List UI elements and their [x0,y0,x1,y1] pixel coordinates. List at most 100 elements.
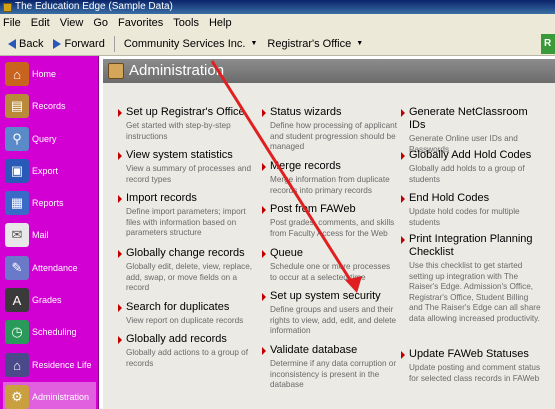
sidebar-item-label: Query [32,134,57,144]
task-post-from-faweb[interactable]: Post from FAWeb Post grades, comments, a… [262,203,397,239]
bullet-arrow-icon [401,152,405,160]
right-toolbar-button[interactable]: R [541,34,555,54]
task-generate-netclassroom-ids[interactable]: Generate NetClassroom IDs Generate Onlin… [401,106,541,155]
task-view-system-statistics[interactable]: View system statistics View a summary of… [118,149,253,185]
bullet-arrow-icon [401,195,405,203]
task-description: Determine if any data corruption or inco… [270,359,397,389]
task-print-integration-planning-checklist[interactable]: Print Integration Planning Checklist Use… [401,233,541,324]
task-title[interactable]: Globally Add Hold Codes [409,149,531,162]
task-title[interactable]: Post from FAWeb [270,203,356,216]
task-title[interactable]: Queue [270,247,303,260]
task-title[interactable]: Merge records [270,160,341,173]
bullet-arrow-icon [118,304,122,312]
attendance-icon: ✎ [5,256,29,280]
task-setup-system-security[interactable]: Set up system security Define groups and… [262,290,397,337]
task-title[interactable]: View system statistics [126,149,233,162]
grades-icon: A [5,288,29,312]
administration-icon: ⚙ [5,385,29,409]
task-description: Define import parameters; import files w… [126,207,246,237]
page-header: Administration [103,59,555,83]
menu-file[interactable]: File [3,17,21,29]
nav-registrars-office-label: Registrar's Office [267,37,352,50]
menu-edit[interactable]: Edit [31,17,50,29]
mail-icon: ✉ [5,223,29,247]
task-description: Use this checklist to get started settin… [409,261,541,323]
sidebar-item-query[interactable]: ⚲ Query [3,124,96,154]
sidebar-item-residence-life[interactable]: ⌂ Residence Life [3,350,96,380]
task-description: Globally add holds to a group of student… [409,164,525,184]
sidebar-item-export[interactable]: ▣ Export [3,156,96,186]
bullet-arrow-icon [262,293,266,301]
export-icon: ▣ [5,159,29,183]
sidebar-item-attendance[interactable]: ✎ Attendance [3,253,96,283]
toolbar-divider [113,35,115,52]
task-panel: Set up Registrar's Office Get started wi… [103,83,555,409]
bullet-arrow-icon [401,236,405,244]
sidebar-item-grades[interactable]: A Grades [3,285,96,315]
sidebar-item-reports[interactable]: ▦ Reports [3,188,96,218]
residence-icon: ⌂ [5,353,29,377]
task-globally-add-hold-codes[interactable]: Globally Add Hold Codes Globally add hol… [401,149,541,185]
task-title[interactable]: Search for duplicates [126,301,229,314]
menu-view[interactable]: View [60,17,84,29]
task-title[interactable]: Validate database [270,344,357,357]
task-description: Post grades, comments, and skills from F… [270,218,395,238]
bullet-arrow-icon [262,250,266,258]
bullet-arrow-icon [401,109,405,117]
menu-bar: File Edit View Go Favorites Tools Help [0,14,555,32]
task-queue[interactable]: Queue Schedule one or more processes to … [262,247,397,283]
task-status-wizards[interactable]: Status wizards Define how processing of … [262,106,397,153]
back-button[interactable]: Back [3,34,48,54]
task-title[interactable]: Status wizards [270,106,342,119]
task-validate-database[interactable]: Validate database Determine if any data … [262,344,397,391]
task-update-faweb-statuses[interactable]: Update FAWeb Statuses Update posting and… [401,348,541,384]
sidebar-item-scheduling[interactable]: ◷ Scheduling [3,317,96,347]
reports-icon: ▦ [5,191,29,215]
menu-tools[interactable]: Tools [173,17,199,29]
task-search-for-duplicates[interactable]: Search for duplicates View report on dup… [118,301,253,327]
bullet-arrow-icon [118,336,122,344]
bullet-arrow-icon [262,163,266,171]
menu-go[interactable]: Go [93,17,108,29]
menu-favorites[interactable]: Favorites [118,17,163,29]
task-description: Globally edit, delete, view, replace, ad… [126,262,253,292]
bullet-arrow-icon [118,250,122,258]
sidebar-item-label: Mail [32,230,49,240]
nav-registrars-office[interactable]: Registrar's Office ▼ [262,34,368,54]
sidebar-item-administration[interactable]: ⚙ Administration [3,382,96,409]
home-icon: ⌂ [5,62,29,86]
sidebar-item-mail[interactable]: ✉ Mail [3,220,96,250]
nav-community-services[interactable]: Community Services Inc. ▼ [119,34,263,54]
sidebar-item-home[interactable]: ⌂ Home [3,59,96,89]
task-title[interactable]: Generate NetClassroom IDs [409,106,541,132]
task-end-hold-codes[interactable]: End Hold Codes Update hold codes for mul… [401,192,541,228]
task-title[interactable]: Import records [126,192,197,205]
forward-button[interactable]: Forward [48,34,109,54]
task-description: Schedule one or more processes to occur … [270,262,391,282]
sidebar-item-records[interactable]: ▤ Records [3,91,96,121]
bullet-arrow-icon [262,347,266,355]
task-setup-registrars-office[interactable]: Set up Registrar's Office Get started wi… [118,106,253,142]
task-title[interactable]: Update FAWeb Statuses [409,348,529,361]
bullet-arrow-icon [118,195,122,203]
back-label: Back [19,37,44,50]
task-title[interactable]: Set up system security [270,290,381,303]
task-globally-add-records[interactable]: Globally add records Globally add action… [118,333,253,369]
sidebar-item-label: Residence Life [32,360,92,370]
bullet-arrow-icon [262,109,266,117]
task-title[interactable]: Print Integration Planning Checklist [409,233,541,259]
sidebar-item-label: Home [32,69,57,79]
bullet-arrow-icon [118,109,122,117]
sidebar-item-label: Grades [32,295,62,305]
window-title: The Education Edge (Sample Data) [15,1,173,12]
task-title[interactable]: Globally change records [126,247,245,260]
task-title[interactable]: Globally add records [126,333,227,346]
task-import-records[interactable]: Import records Define import parameters;… [118,192,253,239]
task-title[interactable]: End Hold Codes [409,192,489,205]
task-merge-records[interactable]: Merge records Merge information from dup… [262,160,397,196]
task-description: Merge information from duplicate records… [270,175,390,195]
menu-help[interactable]: Help [209,17,232,29]
task-globally-change-records[interactable]: Globally change records Globally edit, d… [118,247,253,294]
task-description: Update posting and comment status for se… [409,363,541,383]
task-title[interactable]: Set up Registrar's Office [126,106,245,119]
